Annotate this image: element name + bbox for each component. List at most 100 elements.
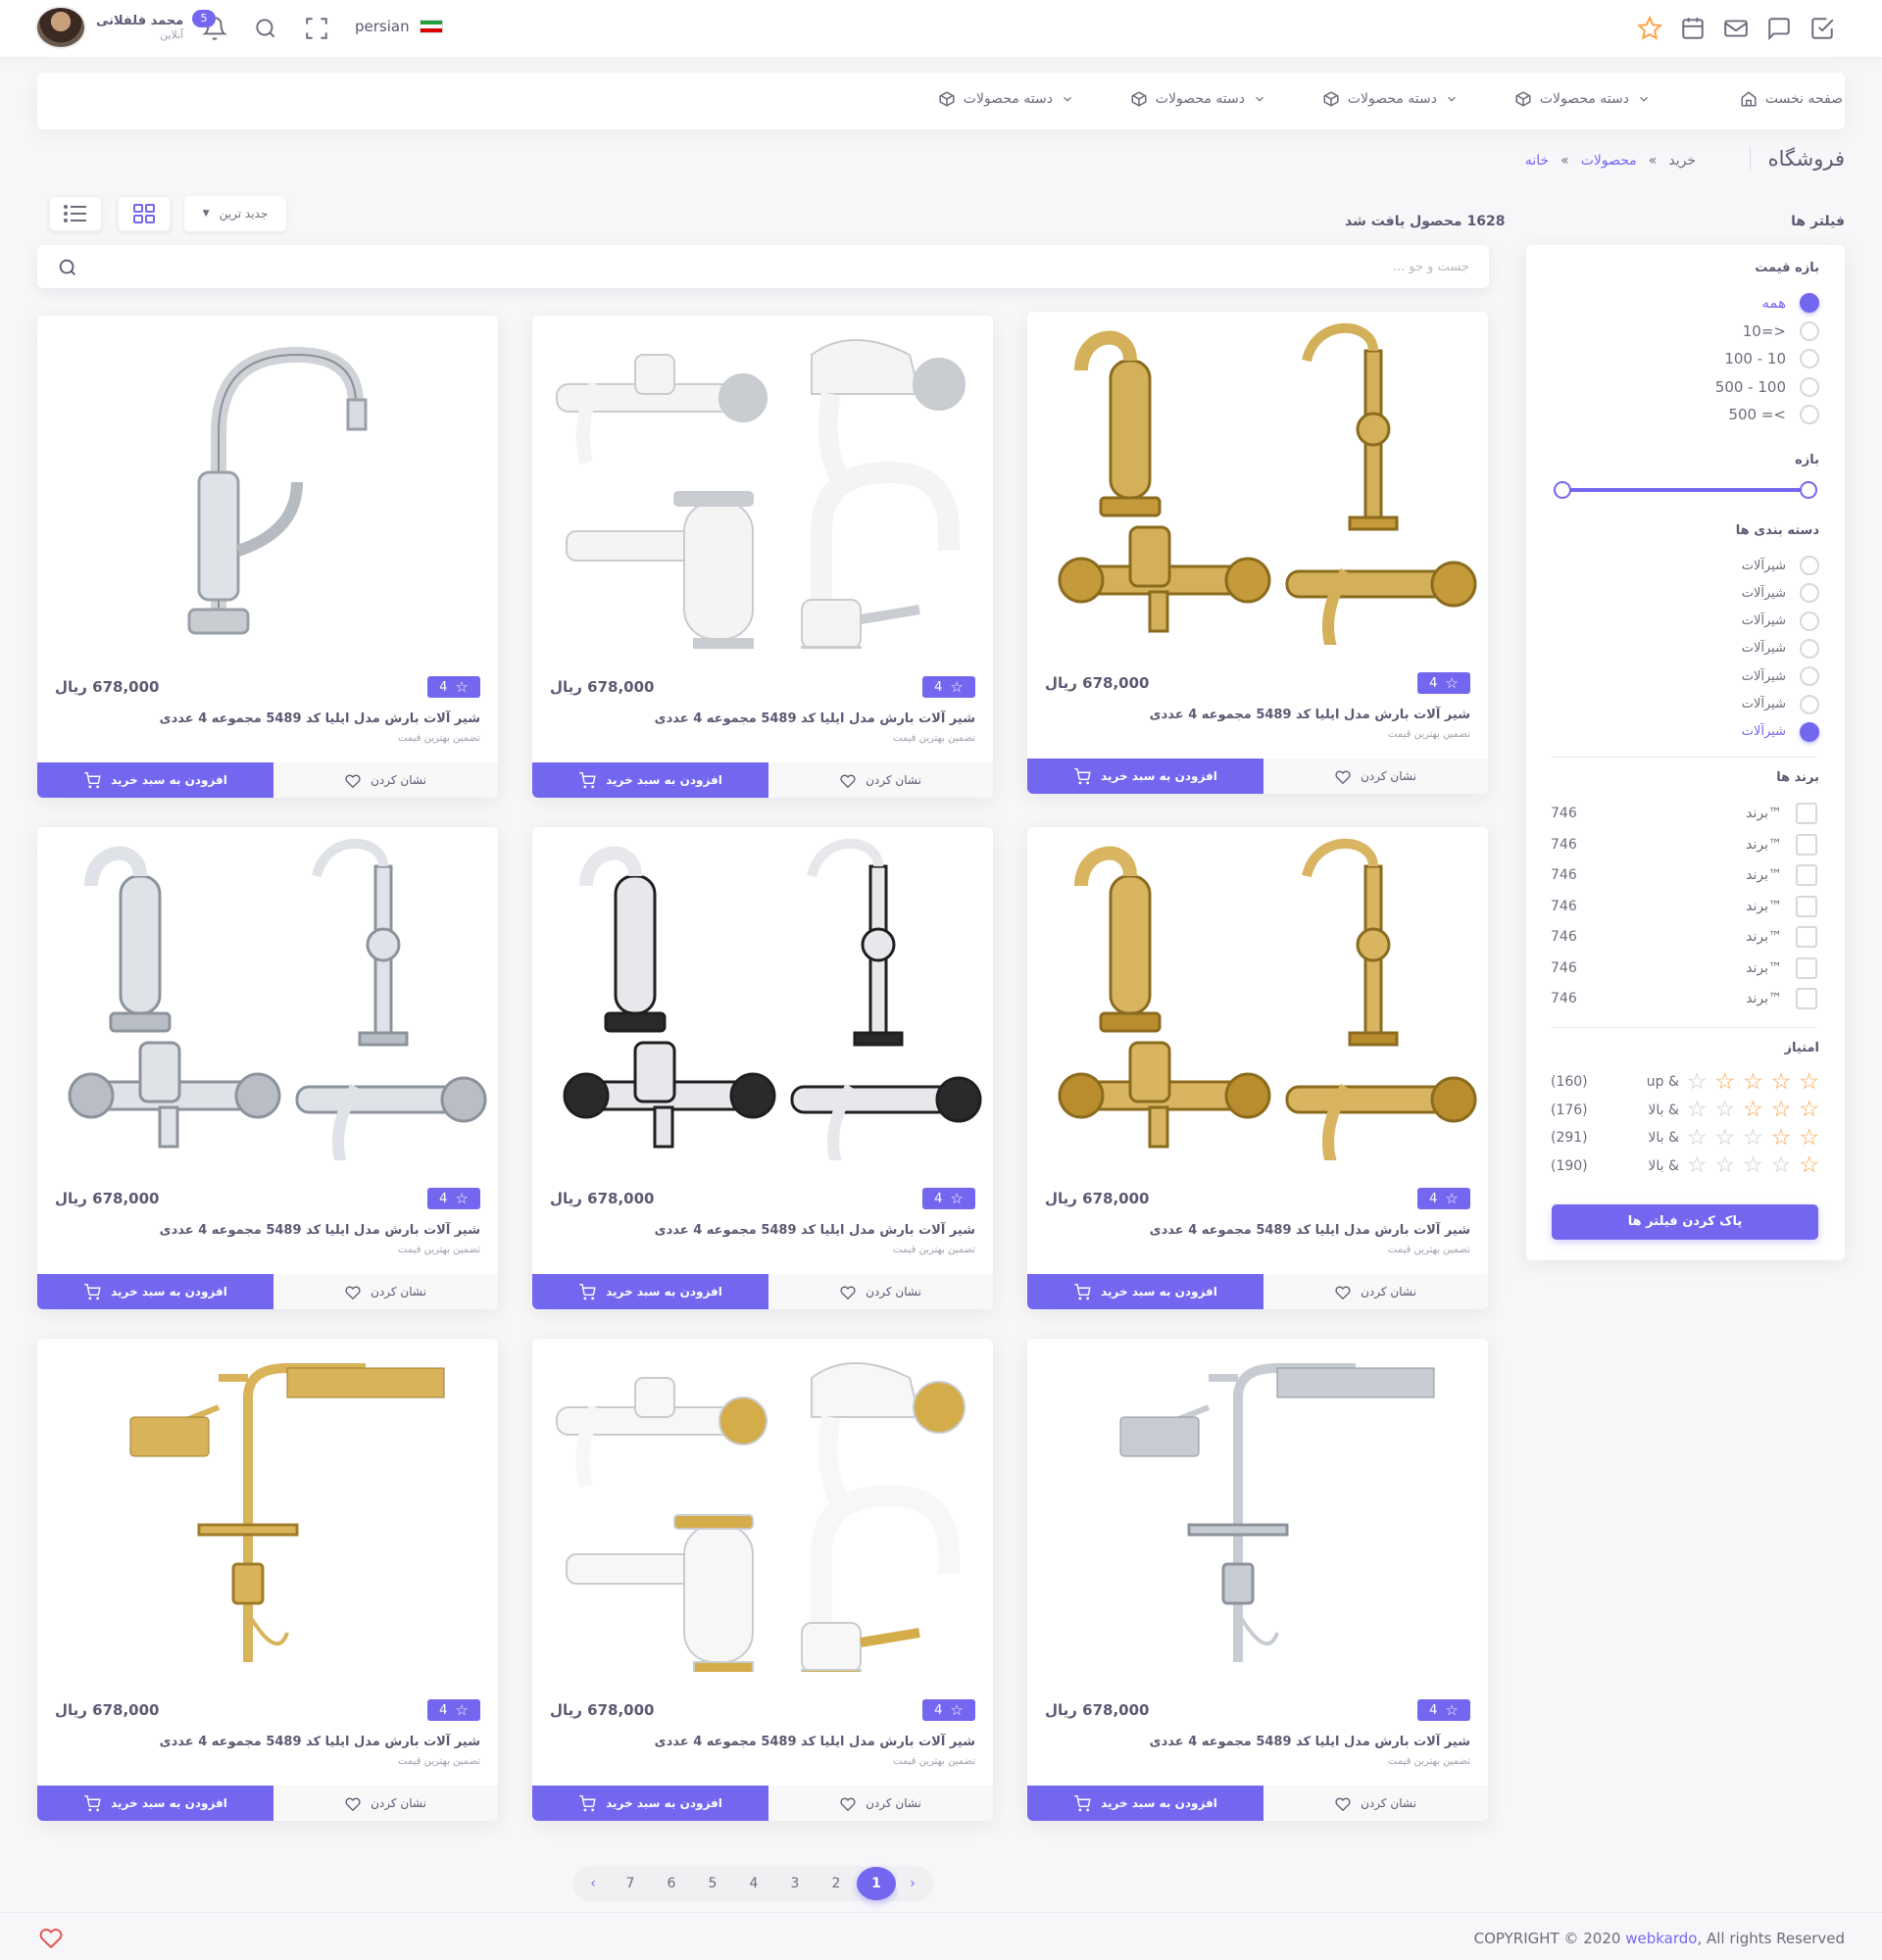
clear-filters-button[interactable]: پاک کردن فیلتر ها: [1552, 1204, 1818, 1240]
page-6-button[interactable]: 6: [651, 1867, 692, 1900]
product-title[interactable]: شیر آلات بارش مدل ایلیا کد 5489 مجموعه 4…: [655, 1735, 975, 1749]
brand-option[interactable]: 746 برند™: [1551, 895, 1817, 918]
search-icon[interactable]: [253, 16, 278, 41]
radio-button[interactable]: [1800, 293, 1819, 313]
product-title[interactable]: شیر آلات بارش مدل ایلیا کد 5489 مجموعه 4…: [160, 1735, 480, 1749]
product-title[interactable]: شیر آلات بارش مدل ایلیا کد 5489 مجموعه 4…: [1150, 708, 1470, 722]
menu-item-categories[interactable]: دسته محصولات: [938, 90, 1074, 108]
product-image[interactable]: [37, 827, 498, 1160]
product-title[interactable]: شیر آلات بارش مدل ایلیا کد 5489 مجموعه 4…: [1150, 1735, 1470, 1749]
brand-option[interactable]: 746 برند™: [1551, 987, 1817, 1010]
add-to-cart-button[interactable]: افزودن به سبد خرید: [1027, 759, 1263, 794]
slider-min-handle[interactable]: [1554, 481, 1571, 499]
add-to-cart-button[interactable]: افزودن به سبد خرید: [532, 1274, 768, 1309]
category-option[interactable]: شیرآلات: [1742, 611, 1819, 632]
add-to-cart-button[interactable]: افزودن به سبد خرید: [37, 1274, 273, 1309]
product-card[interactable]: 4 ☆ 678,000 ریال شیر آلات بارش مدل ایلیا کد…: [1027, 312, 1488, 794]
wishlist-button[interactable]: نشان کردن: [1263, 1274, 1488, 1309]
product-image[interactable]: [532, 1339, 993, 1672]
radio-button[interactable]: [1800, 638, 1819, 659]
product-image[interactable]: [532, 316, 993, 649]
checkbox[interactable]: [1796, 864, 1817, 886]
page-5-button[interactable]: 5: [692, 1867, 733, 1900]
page-1-button[interactable]: 1: [857, 1867, 896, 1900]
add-to-cart-button[interactable]: افزودن به سبد خرید: [532, 1786, 768, 1821]
page-7-button[interactable]: 7: [610, 1867, 651, 1900]
rating-option[interactable]: (160) ☆ ☆ ☆ ☆ ☆ up &: [1551, 1070, 1819, 1094]
slider-max-handle[interactable]: [1800, 481, 1817, 499]
product-title[interactable]: شیر آلات بارش مدل ایلیا کد 5489 مجموعه 4…: [160, 711, 480, 726]
language-selector[interactable]: persian: [355, 18, 443, 35]
page-4-button[interactable]: 4: [733, 1867, 774, 1900]
add-to-cart-button[interactable]: افزودن به سبد خرید: [1027, 1786, 1263, 1821]
rating-option[interactable]: (190) ☆ ☆ ☆ ☆ ☆ بالا &: [1551, 1154, 1819, 1178]
radio-button[interactable]: [1800, 405, 1819, 424]
radio-button[interactable]: [1800, 320, 1819, 341]
radio-button[interactable]: [1800, 349, 1819, 368]
checkbox[interactable]: [1796, 895, 1817, 917]
calendar-icon[interactable]: [1680, 16, 1706, 41]
add-to-cart-button[interactable]: افزودن به سبد خرید: [37, 762, 273, 798]
product-title[interactable]: شیر آلات بارش مدل ایلیا کد 5489 مجموعه 4…: [655, 1223, 975, 1238]
check-square-icon[interactable]: [1809, 16, 1835, 41]
wishlist-button[interactable]: نشان کردن: [768, 1786, 993, 1821]
category-option[interactable]: شیرآلات: [1742, 694, 1819, 715]
add-to-cart-button[interactable]: افزودن به سبد خرید: [1027, 1274, 1263, 1309]
wishlist-button[interactable]: نشان کردن: [768, 762, 993, 798]
brand-option[interactable]: 746 برند™: [1551, 833, 1817, 857]
product-title[interactable]: شیر آلات بارش مدل ایلیا کد 5489 مجموعه 4…: [655, 711, 975, 726]
wishlist-button[interactable]: نشان کردن: [768, 1274, 993, 1309]
product-card[interactable]: 4 ☆ 678,000 ریال شیر آلات بارش مدل ایلیا کد…: [532, 1339, 993, 1821]
page-3-button[interactable]: 3: [774, 1867, 816, 1900]
search-input[interactable]: [117, 255, 1469, 278]
category-option[interactable]: شیرآلات: [1742, 582, 1819, 604]
product-image[interactable]: [1027, 1339, 1488, 1672]
price-option[interactable]: 100 - 10: [1724, 348, 1819, 369]
product-image[interactable]: [37, 316, 498, 649]
radio-button[interactable]: [1800, 376, 1819, 397]
user-dropdown[interactable]: محمد فلفلانی آنلاین: [35, 6, 183, 49]
menu-item-home[interactable]: صفحه نخست: [1740, 90, 1843, 108]
brand-option[interactable]: 746 برند™: [1551, 925, 1817, 949]
wishlist-button[interactable]: نشان کردن: [273, 1274, 498, 1309]
menu-item-categories[interactable]: دسته محصولات: [1322, 90, 1459, 108]
product-card[interactable]: 4 ☆ 678,000 ریال شیر آلات بارش مدل ایلیا کد…: [1027, 827, 1488, 1309]
product-image[interactable]: [1027, 312, 1488, 645]
radio-button[interactable]: [1800, 556, 1819, 575]
radio-button[interactable]: [1800, 666, 1819, 687]
avatar[interactable]: [35, 6, 86, 49]
product-card[interactable]: 4 ☆ 678,000 ریال شیر آلات بارش مدل ایلیا کد…: [1027, 1339, 1488, 1821]
star-icon[interactable]: [1637, 16, 1662, 41]
wishlist-button[interactable]: نشان کردن: [273, 762, 498, 798]
product-card[interactable]: 4 ☆ 678,000 ریال شیر آلات بارش مدل ایلیا کد…: [37, 1339, 498, 1821]
price-option[interactable]: 500 - 100: [1715, 376, 1819, 398]
radio-button[interactable]: [1800, 611, 1819, 631]
copyright-link[interactable]: webkardo: [1625, 1930, 1697, 1947]
checkbox[interactable]: [1796, 988, 1817, 1009]
fullscreen-icon[interactable]: [304, 16, 329, 41]
mail-icon[interactable]: [1723, 16, 1749, 41]
menu-item-categories[interactable]: دسته محصولات: [1130, 90, 1266, 108]
grid-view-button[interactable]: [118, 196, 171, 231]
pagination-next-button[interactable]: ›: [896, 1867, 929, 1900]
menu-item-categories[interactable]: دسته محصولات: [1514, 90, 1651, 108]
breadcrumb-home[interactable]: خانه: [1525, 153, 1549, 169]
category-option[interactable]: شیرآلات: [1742, 555, 1819, 576]
wishlist-button[interactable]: نشان کردن: [1263, 759, 1488, 794]
product-image[interactable]: [1027, 827, 1488, 1160]
price-option[interactable]: همه: [1761, 292, 1819, 314]
page-2-button[interactable]: 2: [816, 1867, 857, 1900]
category-option[interactable]: شیرآلات: [1742, 665, 1819, 687]
radio-button[interactable]: [1800, 721, 1819, 742]
checkbox[interactable]: [1796, 956, 1817, 979]
rating-option[interactable]: (291) ☆ ☆ ☆ ☆ ☆ بالا &: [1551, 1126, 1819, 1150]
checkbox[interactable]: [1796, 833, 1817, 856]
product-card[interactable]: 4 ☆ 678,000 ریال شیر آلات بارش مدل ایلیا کد…: [37, 827, 498, 1309]
radio-button[interactable]: [1800, 694, 1819, 714]
price-option[interactable]: 10=>: [1743, 320, 1819, 342]
brand-option[interactable]: 746 برند™: [1551, 863, 1817, 887]
product-image[interactable]: [532, 827, 993, 1160]
product-card[interactable]: 4 ☆ 678,000 ریال شیر آلات بارش مدل ایلیا کد…: [532, 316, 993, 798]
price-range-slider[interactable]: [1555, 488, 1809, 492]
rating-option[interactable]: (176) ☆ ☆ ☆ ☆ ☆ بالا &: [1551, 1099, 1819, 1122]
